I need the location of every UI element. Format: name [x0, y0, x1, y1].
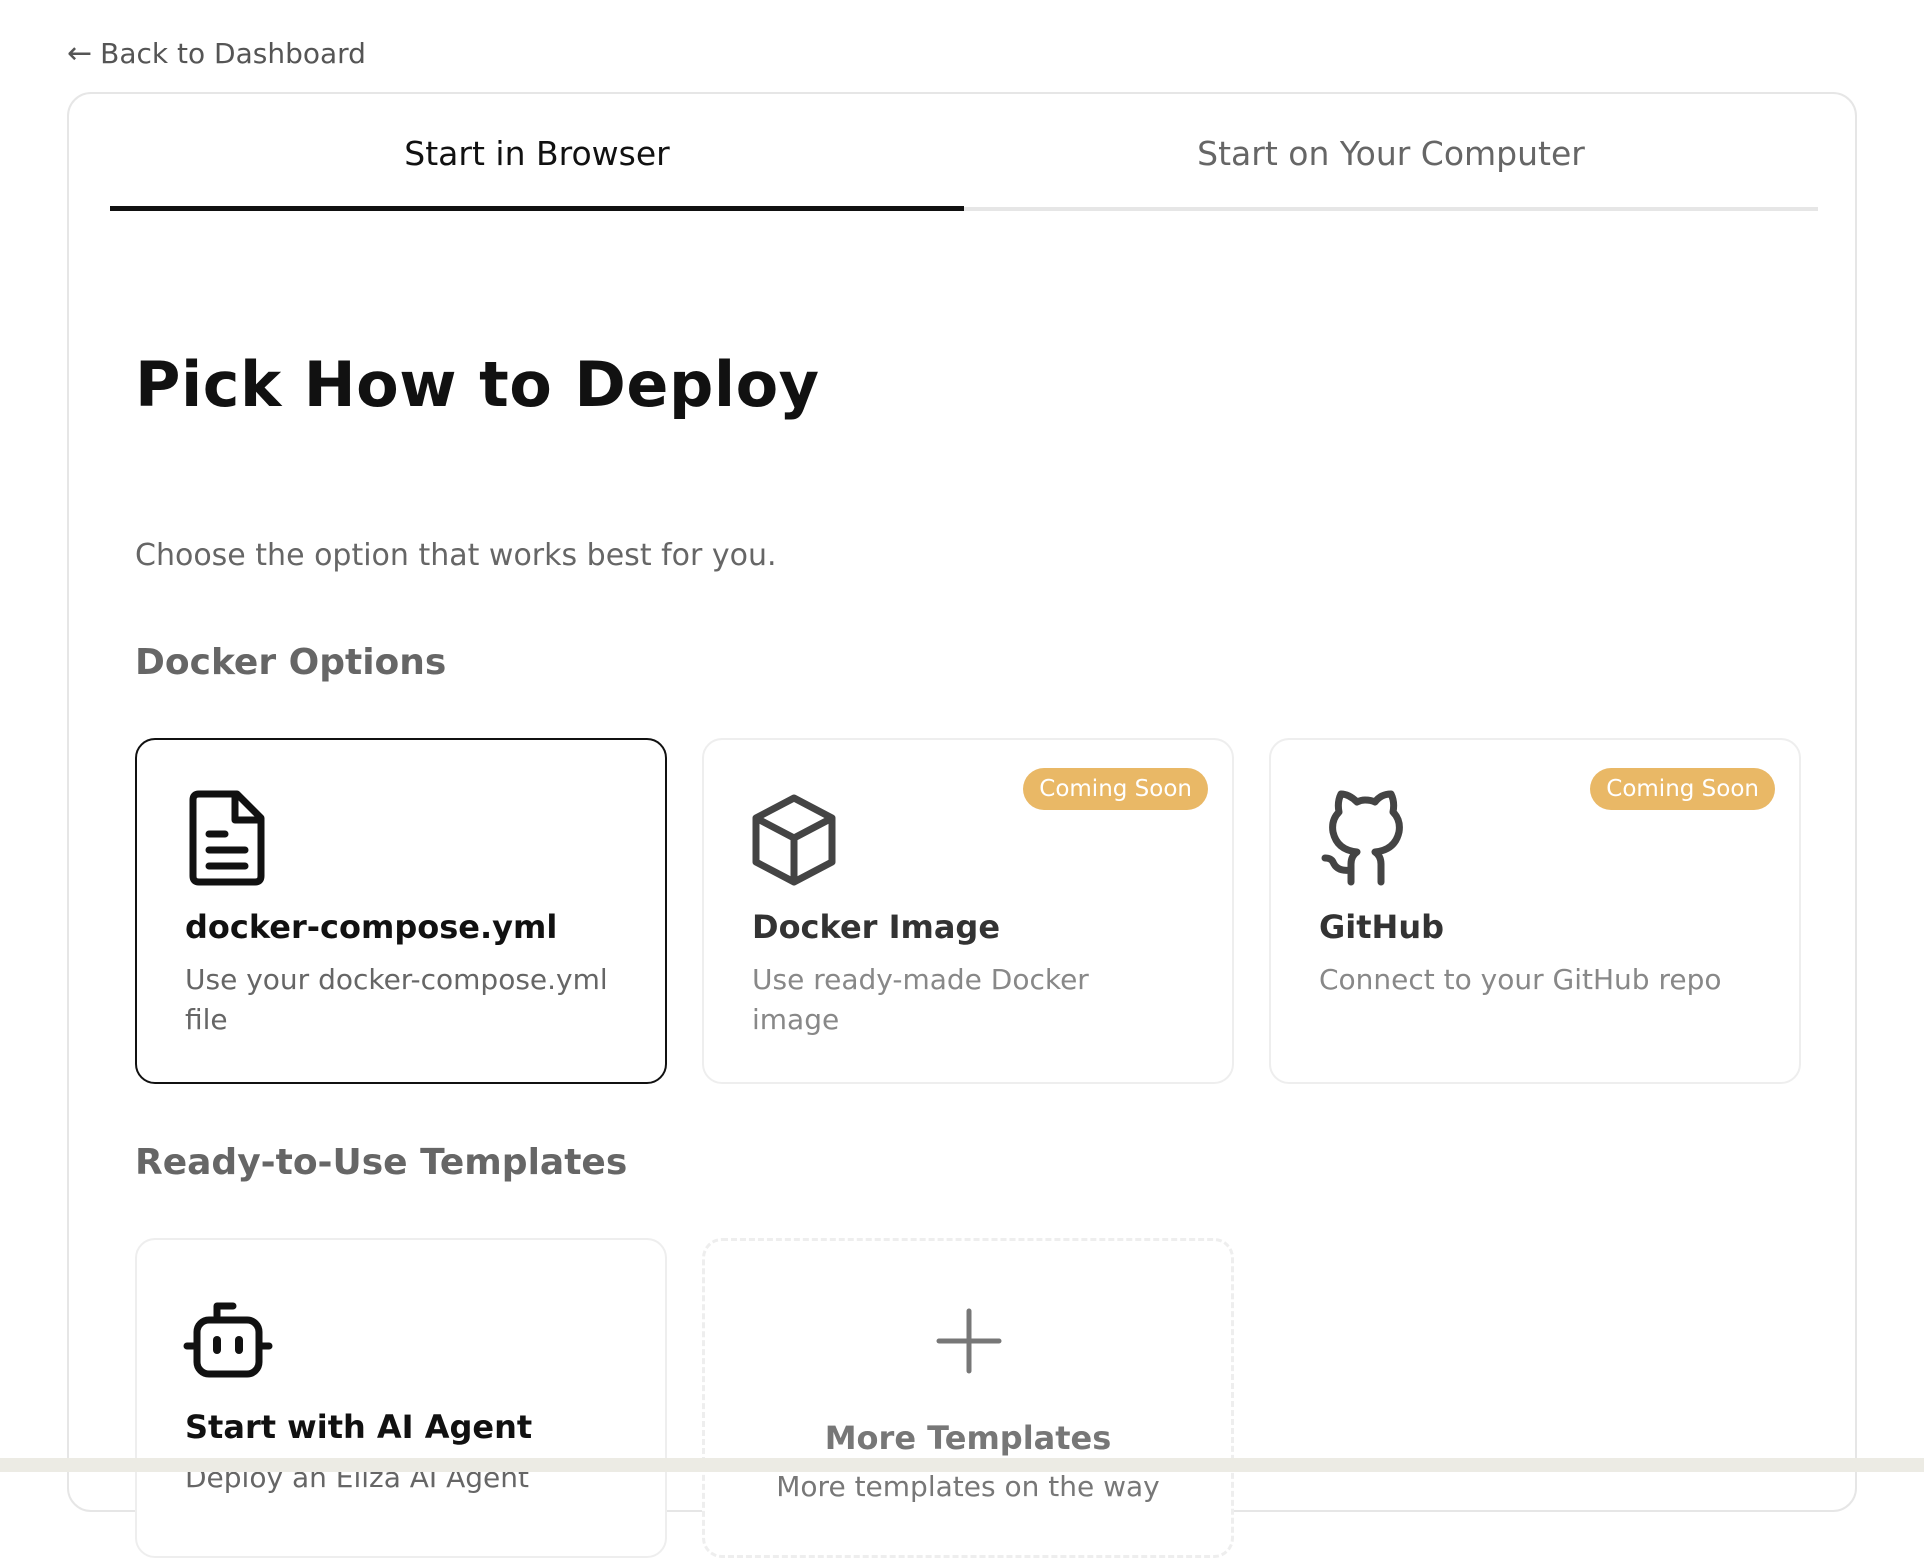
- more-templates-card: More Templates More templates on the way: [702, 1238, 1234, 1558]
- card-description: Use your docker-compose.yml file: [185, 963, 608, 1036]
- back-link-label: Back to Dashboard: [100, 37, 366, 70]
- arrow-left-icon: ←: [67, 36, 93, 71]
- tab-start-on-your-computer[interactable]: Start on Your Computer: [964, 94, 1818, 211]
- deploy-panel: Start in Browser Start on Your Computer …: [67, 92, 1857, 1558]
- github-card[interactable]: Coming Soon GitHub Connect to your GitHu…: [1269, 738, 1801, 1084]
- cube-icon: [752, 794, 836, 886]
- tab-bar: Start in Browser Start on Your Computer: [110, 94, 1818, 211]
- card-title: More Templates: [824, 1419, 1112, 1457]
- back-to-dashboard-link[interactable]: ← Back to Dashboard: [67, 36, 366, 71]
- card-description: Use ready-made Docker image: [752, 963, 1089, 1036]
- tab-start-in-browser[interactable]: Start in Browser: [110, 94, 964, 211]
- card-description: More templates on the way: [776, 1470, 1160, 1503]
- card-title: GitHub: [1319, 908, 1444, 946]
- coming-soon-badge: Coming Soon: [1023, 768, 1208, 810]
- docker-compose-card[interactable]: docker-compose.yml Use your docker-compo…: [135, 738, 667, 1084]
- github-icon: [1321, 790, 1403, 886]
- plus-icon: [936, 1308, 1002, 1374]
- ai-agent-template-card[interactable]: Start with AI Agent Deploy an Eliza AI A…: [135, 1238, 667, 1558]
- card-title: docker-compose.yml: [185, 908, 558, 946]
- docker-image-card[interactable]: Coming Soon Docker Image Use ready-made …: [702, 738, 1234, 1084]
- card-title: Start with AI Agent: [185, 1408, 533, 1446]
- page-title: Pick How to Deploy: [135, 348, 820, 421]
- page-subtitle: Choose the option that works best for yo…: [135, 538, 777, 573]
- card-title: Docker Image: [752, 908, 1001, 946]
- templates-heading: Ready-to-Use Templates: [135, 1142, 628, 1183]
- document-icon: [189, 790, 265, 886]
- bottom-edge-strip: [0, 1458, 1924, 1472]
- card-description: Connect to your GitHub repo: [1319, 963, 1722, 996]
- docker-options-heading: Docker Options: [135, 642, 447, 683]
- coming-soon-badge: Coming Soon: [1590, 768, 1775, 810]
- robot-icon: [183, 1302, 273, 1378]
